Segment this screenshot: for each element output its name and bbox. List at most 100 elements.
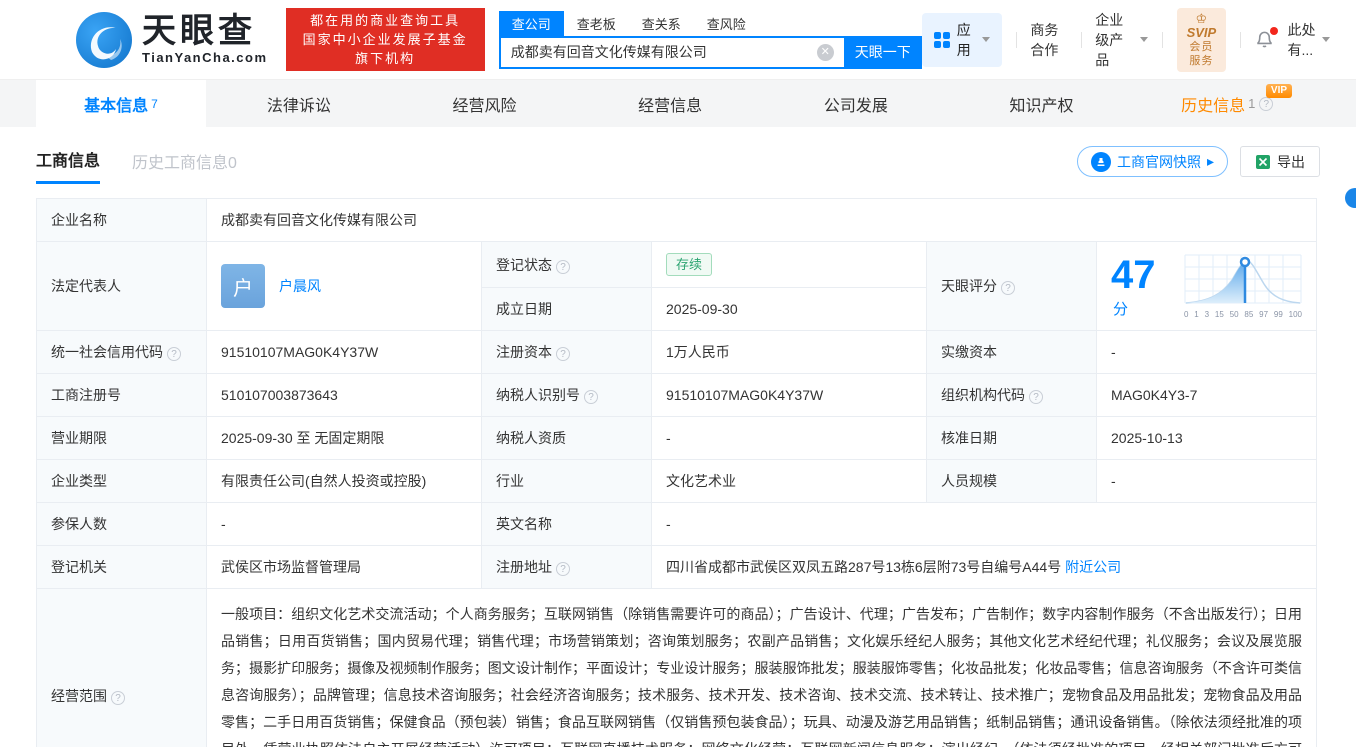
field-label: 统一社会信用代码? [37,331,207,374]
field-value: - [652,503,1317,546]
nav-enterprise-products[interactable]: 企业级产品 [1095,10,1148,70]
help-icon[interactable]: ? [111,691,125,705]
score-cell: 47分0131550859799100 [1097,242,1317,331]
tab-2[interactable]: 经营风险 [392,80,578,127]
field-label: 核准日期 [927,417,1097,460]
field-value: - [1097,331,1317,374]
table-row: 统一社会信用代码?91510107MAG0K4Y37W注册资本?1万人民币实缴资… [37,331,1317,374]
help-icon[interactable]: ? [1001,281,1015,295]
help-icon[interactable]: ? [167,347,181,361]
table-row: 法定代表人户户晨风登记状态?存续天眼评分?47分0131550859799100 [37,242,1317,288]
site-header: 天眼查 TianYanCha.com 都在用的商业查询工具 国家中小企业发展子基… [0,0,1356,80]
field-value: 文化艺术业 [652,460,927,503]
avatar[interactable]: 户 [221,264,265,308]
tab-1[interactable]: 法律诉讼 [206,80,392,127]
main-tabs: 基本信息7法律诉讼经营风险经营信息公司发展知识产权历史信息VIP1? [0,80,1356,127]
field-value: 一般项目：组织文化艺术交流活动；个人商务服务；互联网销售（除销售需要许可的商品）… [207,589,1317,747]
subtab-business-info[interactable]: 工商信息 [36,147,100,184]
field-label: 天眼评分? [927,242,1097,331]
search-tabs: 查公司 查老板 查关系 查风险 [499,11,922,36]
export-button[interactable]: 导出 [1240,146,1320,177]
official-snapshot-button[interactable]: 工商官网快照 ▸ [1077,146,1228,177]
nav-cooperation[interactable]: 商务合作 [1030,20,1066,60]
tianyancha-logo[interactable]: 天眼查 TianYanCha.com [76,12,268,68]
field-label: 企业类型 [37,460,207,503]
legal-representative-cell: 户户晨风 [207,242,482,331]
field-label: 登记机关 [37,546,207,589]
apps-menu[interactable]: 应用 [922,13,1002,67]
field-value: - [1097,460,1317,503]
field-label: 纳税人资质 [482,417,652,460]
help-icon[interactable]: ? [556,260,570,274]
company-table: 企业名称成都卖有回音文化传媒有限公司法定代表人户户晨风登记状态?存续天眼评分?4… [36,198,1317,747]
field-value: 510107003873643 [207,374,482,417]
chevron-down-icon [982,37,990,42]
svip-member-badge[interactable]: ♔ SVIP 会员服务 [1177,8,1226,72]
search-tab-company[interactable]: 查公司 [499,11,564,36]
notification-bell-icon[interactable] [1255,30,1274,49]
table-row: 企业类型有限责任公司(自然人投资或控股)行业文化艺术业人员规模- [37,460,1317,503]
tab-6[interactable]: 历史信息VIP1? [1134,80,1320,127]
field-label: 经营范围? [37,589,207,747]
field-label: 行业 [482,460,652,503]
search-tab-boss[interactable]: 查老板 [564,11,629,36]
tab-4[interactable]: 公司发展 [763,80,949,127]
score-chart: 0131550859799100 [1184,254,1302,319]
notification-dot [1270,27,1278,35]
search-input[interactable] [499,36,844,69]
field-label: 人员规模 [927,460,1097,503]
help-icon[interactable]: ? [556,347,570,361]
tab-count: 7 [151,97,158,111]
chevron-down-icon [1140,37,1148,42]
field-value: - [207,503,482,546]
chevron-down-icon [1322,37,1330,42]
field-label: 登记状态? [482,242,652,288]
excel-icon [1255,154,1271,170]
help-icon[interactable]: ? [584,390,598,404]
field-label: 成立日期 [482,288,652,331]
company-table-body: 企业名称成都卖有回音文化传媒有限公司法定代表人户户晨风登记状态?存续天眼评分?4… [37,199,1317,747]
search-button[interactable]: 天眼一下 [844,36,922,69]
tab-count: 1 [1248,96,1255,111]
nearby-companies-link[interactable]: 附近公司 [1065,559,1121,575]
field-label: 实缴资本 [927,331,1097,374]
field-value: 武侯区市场监督管理局 [207,546,482,589]
help-icon[interactable]: ? [556,562,570,576]
field-label: 注册资本? [482,331,652,374]
search-tab-risk[interactable]: 查风险 [694,11,759,36]
field-value: 2025-09-30 [652,288,927,331]
subtab-row: 工商信息 历史工商信息0 工商官网快照 ▸ 导出 [0,127,1356,198]
help-icon[interactable]: ? [1259,97,1273,111]
tab-5[interactable]: 知识产权 [949,80,1135,127]
subtab-history-business-info[interactable]: 历史工商信息0 [132,149,237,183]
table-row: 工商注册号510107003873643纳税人识别号?91510107MAG0K… [37,374,1317,417]
field-label: 企业名称 [37,199,207,242]
legal-representative-link[interactable]: 户晨风 [279,276,321,296]
user-menu[interactable]: 此处有... [1288,20,1330,60]
crown-icon: ♔ [1196,11,1208,26]
field-value: 成都卖有回音文化传媒有限公司 [207,199,1317,242]
arrow-right-icon: ▸ [1207,153,1214,170]
tab-0[interactable]: 基本信息7 [36,80,206,127]
field-value: 2025-09-30 至 无固定期限 [207,417,482,460]
clear-search-icon[interactable]: ✕ [817,44,834,61]
table-row: 登记机关武侯区市场监督管理局注册地址?四川省成都市武侯区双凤五路287号13栋6… [37,546,1317,589]
score-value: 47 [1111,253,1156,297]
field-value: - [652,417,927,460]
help-icon[interactable]: ? [1029,390,1043,404]
table-row: 经营范围?一般项目：组织文化艺术交流活动；个人商务服务；互联网销售（除销售需要许… [37,589,1317,747]
field-value: 四川省成都市武侯区双凤五路287号13栋6层附73号自编号A44号 附近公司 [652,546,1317,589]
field-label: 英文名称 [482,503,652,546]
field-label: 参保人数 [37,503,207,546]
field-label: 工商注册号 [37,374,207,417]
field-value: 91510107MAG0K4Y37W [207,331,482,374]
vip-badge: VIP [1266,84,1292,98]
field-label: 组织机构代码? [927,374,1097,417]
field-label: 法定代表人 [37,242,207,331]
logo-domain: TianYanCha.com [142,50,268,65]
field-label: 纳税人识别号? [482,374,652,417]
tab-3[interactable]: 经营信息 [577,80,763,127]
brand-slogan: 都在用的商业查询工具 国家中小企业发展子基金旗下机构 [286,8,485,71]
logo-title: 天眼查 [142,14,268,48]
search-tab-relation[interactable]: 查关系 [629,11,694,36]
